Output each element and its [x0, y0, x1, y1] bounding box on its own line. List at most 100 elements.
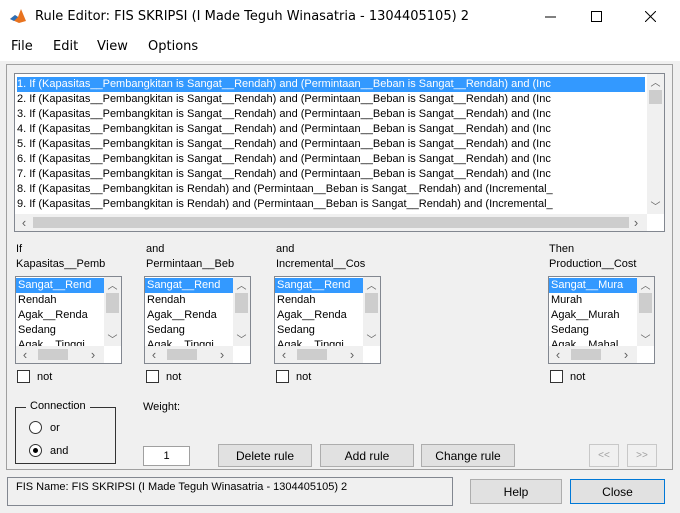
scroll-right-icon[interactable]: › [629, 214, 643, 231]
scroll-up-icon[interactable]: ︿ [637, 277, 654, 292]
listbox-hscrollbar[interactable]: ‹ › [549, 346, 637, 363]
list-item[interactable]: Agak__Murah [551, 308, 620, 323]
add-rule-button[interactable]: Add rule [320, 444, 414, 467]
listbox-vscrollbar[interactable]: ︿ ﹀ [104, 277, 121, 346]
rule-item[interactable]: 4. If (Kapasitas__Pembangkitan is Sangat… [17, 122, 551, 137]
col2-not-label: not [166, 371, 182, 383]
list-item[interactable]: Agak__Renda [147, 308, 217, 323]
col1-not-checkbox[interactable] [17, 370, 30, 383]
radio-or[interactable] [29, 421, 42, 434]
scroll-left-icon[interactable]: ‹ [277, 346, 291, 363]
scroll-up-icon[interactable]: ︿ [104, 277, 121, 292]
list-item[interactable]: Sedang [18, 323, 56, 338]
list-item[interactable]: Rendah [18, 293, 57, 308]
rule-list-vscrollbar[interactable]: ︿ ﹀ [647, 74, 664, 214]
scroll-down-icon[interactable]: ﹀ [233, 331, 250, 346]
scroll-thumb[interactable] [639, 293, 652, 313]
scroll-down-icon[interactable]: ﹀ [637, 331, 654, 346]
menu-edit[interactable]: Edit [53, 39, 78, 54]
scroll-down-icon[interactable]: ﹀ [104, 331, 121, 346]
scroll-thumb[interactable] [33, 217, 629, 228]
col1-variable-name: Kapasitas__Pemb [16, 258, 106, 270]
change-rule-button[interactable]: Change rule [421, 444, 515, 467]
scroll-left-icon[interactable]: ‹ [147, 346, 161, 363]
scroll-up-icon[interactable]: ︿ [233, 277, 250, 292]
list-item[interactable]: Murah [551, 293, 582, 308]
col4-not-checkbox[interactable] [550, 370, 563, 383]
maximize-icon [590, 11, 602, 22]
radio-and-label: and [50, 445, 69, 457]
menu-options[interactable]: Options [148, 39, 198, 54]
list-item[interactable]: Agak__Renda [18, 308, 88, 323]
matlab-icon [10, 9, 26, 23]
col4-listbox[interactable]: Sangat__Mura Murah Agak__Murah Sedang Ag… [548, 276, 655, 364]
scroll-up-icon[interactable]: ︿ [647, 74, 664, 89]
col3-not-checkbox[interactable] [276, 370, 289, 383]
list-item[interactable]: Sedang [551, 323, 589, 338]
list-item[interactable]: Rendah [147, 293, 186, 308]
help-button[interactable]: Help [470, 479, 562, 504]
rule-item[interactable]: 3. If (Kapasitas__Pembangkitan is Sangat… [17, 107, 551, 122]
menu-view[interactable]: View [97, 39, 128, 54]
rule-item[interactable]: 2. If (Kapasitas__Pembangkitan is Sangat… [17, 92, 551, 107]
close-button[interactable]: Close [570, 479, 665, 504]
scroll-thumb[interactable] [38, 349, 68, 360]
scroll-thumb[interactable] [649, 90, 662, 104]
delete-rule-button[interactable]: Delete rule [218, 444, 312, 467]
list-item[interactable]: Sangat__Rend [16, 278, 104, 293]
scroll-thumb[interactable] [167, 349, 197, 360]
col3-variable-name: Incremental__Cos [276, 258, 366, 270]
rule-item[interactable]: 7. If (Kapasitas__Pembangkitan is Sangat… [17, 167, 551, 182]
rule-list[interactable]: 1. If (Kapasitas__Pembangkitan is Sangat… [14, 73, 665, 232]
col2-not-checkbox[interactable] [146, 370, 159, 383]
list-item[interactable]: Agak__Renda [277, 308, 347, 323]
scroll-thumb[interactable] [571, 349, 601, 360]
prev-button[interactable]: << [589, 444, 619, 467]
list-item[interactable]: Sedang [277, 323, 315, 338]
scroll-right-icon[interactable]: › [215, 346, 229, 363]
maximize-button[interactable] [573, 0, 619, 33]
scroll-up-icon[interactable]: ︿ [363, 277, 380, 292]
menu-file[interactable]: File [11, 39, 33, 54]
listbox-vscrollbar[interactable]: ︿ ﹀ [363, 277, 380, 346]
col1-listbox[interactable]: Sangat__Rend Rendah Agak__Renda Sedang A… [15, 276, 122, 364]
scroll-left-icon[interactable]: ‹ [551, 346, 565, 363]
rule-item[interactable]: 9. If (Kapasitas__Pembangkitan is Rendah… [17, 197, 553, 212]
listbox-hscrollbar[interactable]: ‹ › [16, 346, 104, 363]
scroll-right-icon[interactable]: › [86, 346, 100, 363]
scroll-thumb[interactable] [235, 293, 248, 313]
scroll-right-icon[interactable]: › [345, 346, 359, 363]
scroll-right-icon[interactable]: › [619, 346, 633, 363]
scroll-down-icon[interactable]: ﹀ [647, 198, 664, 213]
list-item[interactable]: Sangat__Rend [275, 278, 363, 293]
radio-and[interactable] [29, 444, 42, 457]
scroll-left-icon[interactable]: ‹ [17, 214, 31, 231]
minimize-button[interactable] [527, 0, 573, 33]
close-window-button[interactable] [627, 0, 673, 33]
weight-input[interactable]: 1 [143, 446, 190, 466]
scroll-thumb[interactable] [365, 293, 378, 313]
list-item[interactable]: Sedang [147, 323, 185, 338]
col3-prefix: and [276, 243, 295, 255]
scroll-thumb[interactable] [297, 349, 327, 360]
col3-listbox[interactable]: Sangat__Rend Rendah Agak__Renda Sedang A… [274, 276, 381, 364]
rule-item[interactable]: 6. If (Kapasitas__Pembangkitan is Sangat… [17, 152, 551, 167]
list-item[interactable]: Sangat__Rend [145, 278, 233, 293]
rule-item[interactable]: 5. If (Kapasitas__Pembangkitan is Sangat… [17, 137, 551, 152]
listbox-vscrollbar[interactable]: ︿ ﹀ [233, 277, 250, 346]
col2-listbox[interactable]: Sangat__Rend Rendah Agak__Renda Sedang A… [144, 276, 251, 364]
listbox-hscrollbar[interactable]: ‹ › [145, 346, 233, 363]
rule-item[interactable]: 8. If (Kapasitas__Pembangkitan is Rendah… [17, 182, 553, 197]
scroll-down-icon[interactable]: ﹀ [363, 331, 380, 346]
list-item[interactable]: Sangat__Mura [549, 278, 637, 293]
listbox-vscrollbar[interactable]: ︿ ﹀ [637, 277, 654, 346]
list-item[interactable]: Rendah [277, 293, 316, 308]
scroll-thumb[interactable] [106, 293, 119, 313]
rule-item[interactable]: 1. If (Kapasitas__Pembangkitan is Sangat… [17, 77, 645, 92]
scroll-left-icon[interactable]: ‹ [18, 346, 32, 363]
title-bar[interactable]: Rule Editor: FIS SKRIPSI (I Made Teguh W… [0, 0, 680, 33]
radio-or-label: or [50, 422, 60, 434]
next-button[interactable]: >> [627, 444, 657, 467]
rule-list-hscrollbar[interactable]: ‹ › [15, 214, 647, 231]
listbox-hscrollbar[interactable]: ‹ › [275, 346, 363, 363]
